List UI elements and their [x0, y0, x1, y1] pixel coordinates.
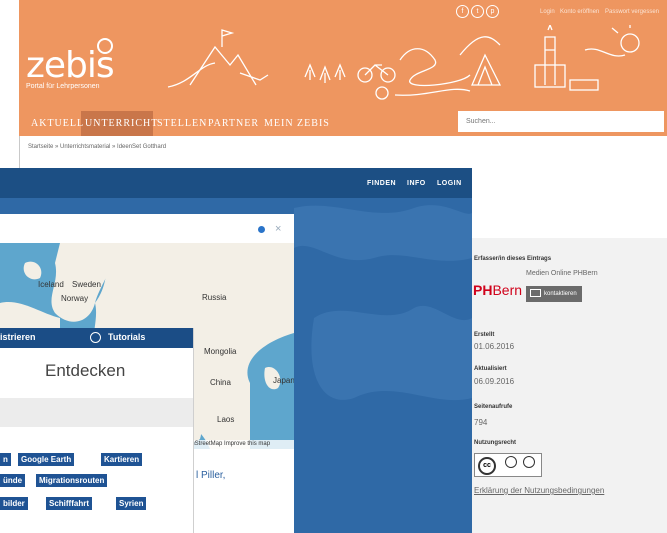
facebook-icon[interactable]: f — [456, 5, 469, 18]
views-label: Seitenaufrufe — [474, 404, 513, 410]
tag-item[interactable]: ünde — [0, 474, 26, 487]
tag-syrien[interactable]: Syrien — [116, 497, 147, 510]
tag-kartieren[interactable]: Kartieren — [101, 453, 143, 466]
mountain-icon — [189, 45, 257, 86]
map-label-laos: Laos — [217, 415, 235, 424]
map-label-mongolia: Mongolia — [204, 347, 237, 356]
tutorials-link[interactable]: Tutorials — [108, 332, 145, 342]
phbern-logo[interactable]: PHBern — [473, 282, 522, 298]
nav-unterricht[interactable]: UNTERRICHT — [85, 118, 158, 129]
tutorials-icon — [90, 332, 101, 343]
tower-icon — [544, 25, 556, 85]
map-label-sweden: Sweden — [72, 280, 101, 289]
twitter-icon[interactable]: t — [471, 5, 484, 18]
updated-label: Aktualisiert — [474, 366, 507, 372]
forgot-password-link[interactable]: Passwort vergessen — [605, 9, 659, 15]
contact-button[interactable]: kontaktieren — [526, 286, 582, 302]
mail-icon — [530, 289, 541, 298]
nav-info[interactable]: INFO — [407, 180, 426, 187]
author-label: Erfasser/in dieses Eintrags — [474, 256, 552, 262]
sa-icon — [523, 456, 535, 468]
close-icon[interactable]: × — [275, 223, 281, 235]
map-attribution[interactable]: enStreetMap Improve this map — [188, 440, 294, 449]
search-input[interactable] — [458, 111, 664, 132]
map-label-iceland: Iceland — [38, 280, 64, 289]
updated-value: 06.09.2016 — [474, 377, 515, 386]
author-name: Medien Online PHBern — [526, 270, 598, 277]
nav-login[interactable]: LOGIN — [437, 180, 462, 187]
map-app-topbar — [0, 168, 472, 198]
register-link[interactable]: istrieren — [0, 332, 36, 342]
cc-icon: cc — [478, 457, 496, 475]
login-link[interactable]: Login — [540, 9, 555, 15]
tree-icon — [304, 63, 316, 80]
tag-google-earth[interactable]: Google Earth — [18, 453, 75, 466]
settings-gear-icon[interactable] — [258, 226, 265, 233]
map-label-japan: Japan — [273, 376, 294, 385]
tag-item[interactable]: bilder — [0, 497, 28, 510]
tag-schifffahrt[interactable]: Schifffahrt — [46, 497, 92, 510]
by-icon — [505, 456, 517, 468]
created-label: Erstellt — [474, 332, 495, 338]
header-illustration — [167, 25, 640, 100]
dialog-title: Entdecken — [45, 361, 126, 380]
logo-circle-icon — [97, 38, 113, 54]
register-link[interactable]: Konto eröffnen — [560, 9, 599, 15]
tent-icon — [471, 53, 502, 86]
nav-finden[interactable]: FINDEN — [367, 180, 396, 187]
map-label-norway: Norway — [61, 294, 89, 303]
sun-icon — [620, 33, 640, 53]
tag-migrationsrouten[interactable]: Migrationsrouten — [36, 474, 108, 487]
nav-aktuell[interactable]: AKTUELL — [31, 118, 84, 129]
author-link-fragment[interactable]: l Piller, — [196, 470, 225, 481]
created-value: 01.06.2016 — [474, 342, 515, 351]
map-label-russia: Russia — [202, 293, 227, 302]
pinterest-icon[interactable]: p — [486, 5, 499, 18]
license-link[interactable]: Erklärung der Nutzungsbedingungen — [474, 486, 604, 495]
tag-item[interactable]: n — [0, 453, 11, 466]
map-label-china: China — [210, 378, 231, 387]
logo-tagline: Portal für Lehrpersonen — [26, 83, 100, 90]
cc-license-badge[interactable]: cc — [474, 453, 542, 477]
views-value: 794 — [474, 418, 488, 427]
breadcrumb[interactable]: Startseite » Unterrichtsmaterial » Ideen… — [28, 144, 166, 150]
license-label: Nutzungsrecht — [474, 440, 516, 446]
background-map-shapes — [294, 205, 472, 401]
dialog-filter-band — [0, 398, 193, 427]
nav-partner[interactable]: PARTNER — [208, 118, 259, 129]
nav-mein-zebis[interactable]: MEIN ZEBIS — [264, 118, 330, 129]
nav-stellen[interactable]: STELLEN — [157, 118, 207, 129]
entdecken-dialog — [0, 328, 194, 533]
